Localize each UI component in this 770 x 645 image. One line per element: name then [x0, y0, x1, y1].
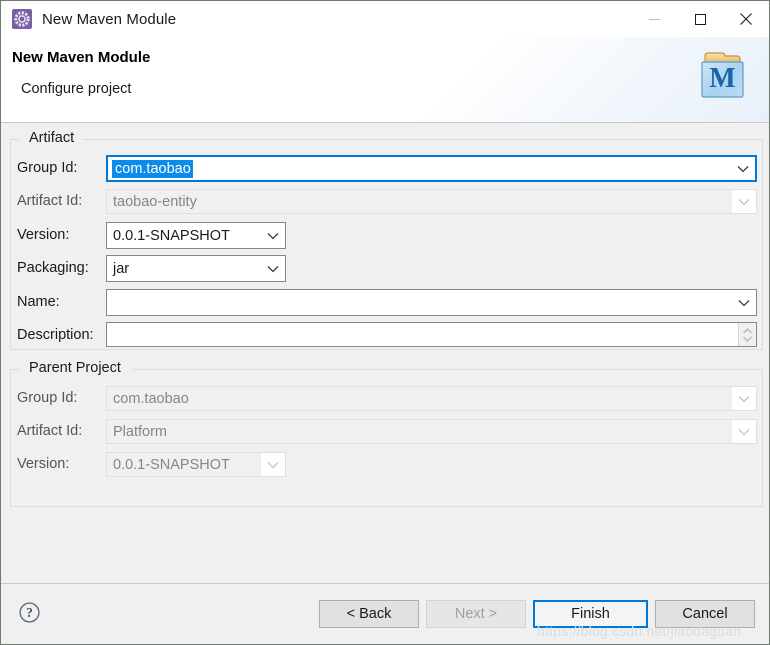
dialog-body: Artifact Group Id: com.taobao Artifact I… [1, 123, 769, 637]
parent-version-value: 0.0.1-SNAPSHOT [113, 456, 230, 473]
chevron-down-icon [732, 387, 756, 410]
maven-gear-icon [12, 9, 32, 29]
new-maven-module-dialog: New Maven Module New Maven Module Config… [0, 0, 770, 645]
window-title: New Maven Module [42, 10, 177, 28]
artifact-packaging-value: jar [113, 260, 130, 277]
help-question-icon[interactable]: ? [19, 602, 40, 623]
artifact-group-id-input[interactable]: com.taobao [106, 155, 757, 182]
close-icon[interactable] [723, 1, 769, 37]
artifact-version-combo[interactable]: 0.0.1-SNAPSHOT [106, 222, 286, 249]
artifact-description-label: Description: [17, 327, 94, 343]
artifact-name-input[interactable] [106, 289, 757, 316]
artifact-packaging-combo[interactable]: jar [106, 255, 286, 282]
chevron-down-icon[interactable] [261, 232, 285, 240]
title-bar: New Maven Module [1, 1, 769, 37]
artifact-packaging-label: Packaging: [17, 260, 89, 276]
artifact-group-legend: Artifact [24, 130, 80, 146]
parent-version-combo: 0.0.1-SNAPSHOT [106, 452, 286, 477]
maven-folder-logo: M [701, 52, 744, 98]
artifact-description-input[interactable] [106, 322, 757, 347]
chevron-down-icon [261, 453, 285, 476]
parent-group-id-value: com.taobao [113, 390, 189, 407]
svg-text:?: ? [26, 605, 33, 620]
next-button: Next > [426, 600, 526, 628]
artifact-artifact-id-input: taobao-entity [106, 189, 757, 214]
maven-logo-letter: M [709, 63, 735, 94]
parent-artifact-id-label: Artifact Id: [17, 423, 83, 439]
back-button[interactable]: < Back [319, 600, 419, 628]
page-subtitle: Configure project [21, 81, 132, 97]
artifact-group-id-value: com.taobao [112, 159, 193, 178]
parent-artifact-id-value: Platform [113, 423, 167, 440]
parent-group-id-label: Group Id: [17, 390, 78, 406]
dialog-header: New Maven Module Configure project M [1, 37, 769, 123]
parent-artifact-id-input: Platform [106, 419, 757, 444]
resize-spinner-icon[interactable] [738, 323, 756, 346]
minimize-icon[interactable] [631, 1, 677, 37]
page-title: New Maven Module [12, 49, 151, 66]
parent-group-id-input: com.taobao [106, 386, 757, 411]
chevron-down-icon[interactable] [731, 165, 755, 173]
chevron-down-icon[interactable] [261, 265, 285, 273]
artifact-version-value: 0.0.1-SNAPSHOT [113, 227, 230, 244]
artifact-name-label: Name: [17, 294, 60, 310]
window-controls [631, 1, 769, 37]
chevron-down-icon[interactable] [732, 299, 756, 307]
artifact-artifact-id-label: Artifact Id: [17, 193, 83, 209]
chevron-down-icon [732, 420, 756, 443]
artifact-version-label: Version: [17, 227, 70, 243]
artifact-group-id-label: Group Id: [17, 160, 78, 176]
parent-project-group-legend: Parent Project [24, 360, 126, 376]
chevron-down-icon [732, 190, 756, 213]
watermark-text: https://blog.csdn.net/jiaodaguan [537, 623, 742, 639]
parent-version-label: Version: [17, 456, 70, 472]
maximize-icon[interactable] [677, 1, 723, 37]
artifact-artifact-id-value: taobao-entity [113, 193, 197, 210]
